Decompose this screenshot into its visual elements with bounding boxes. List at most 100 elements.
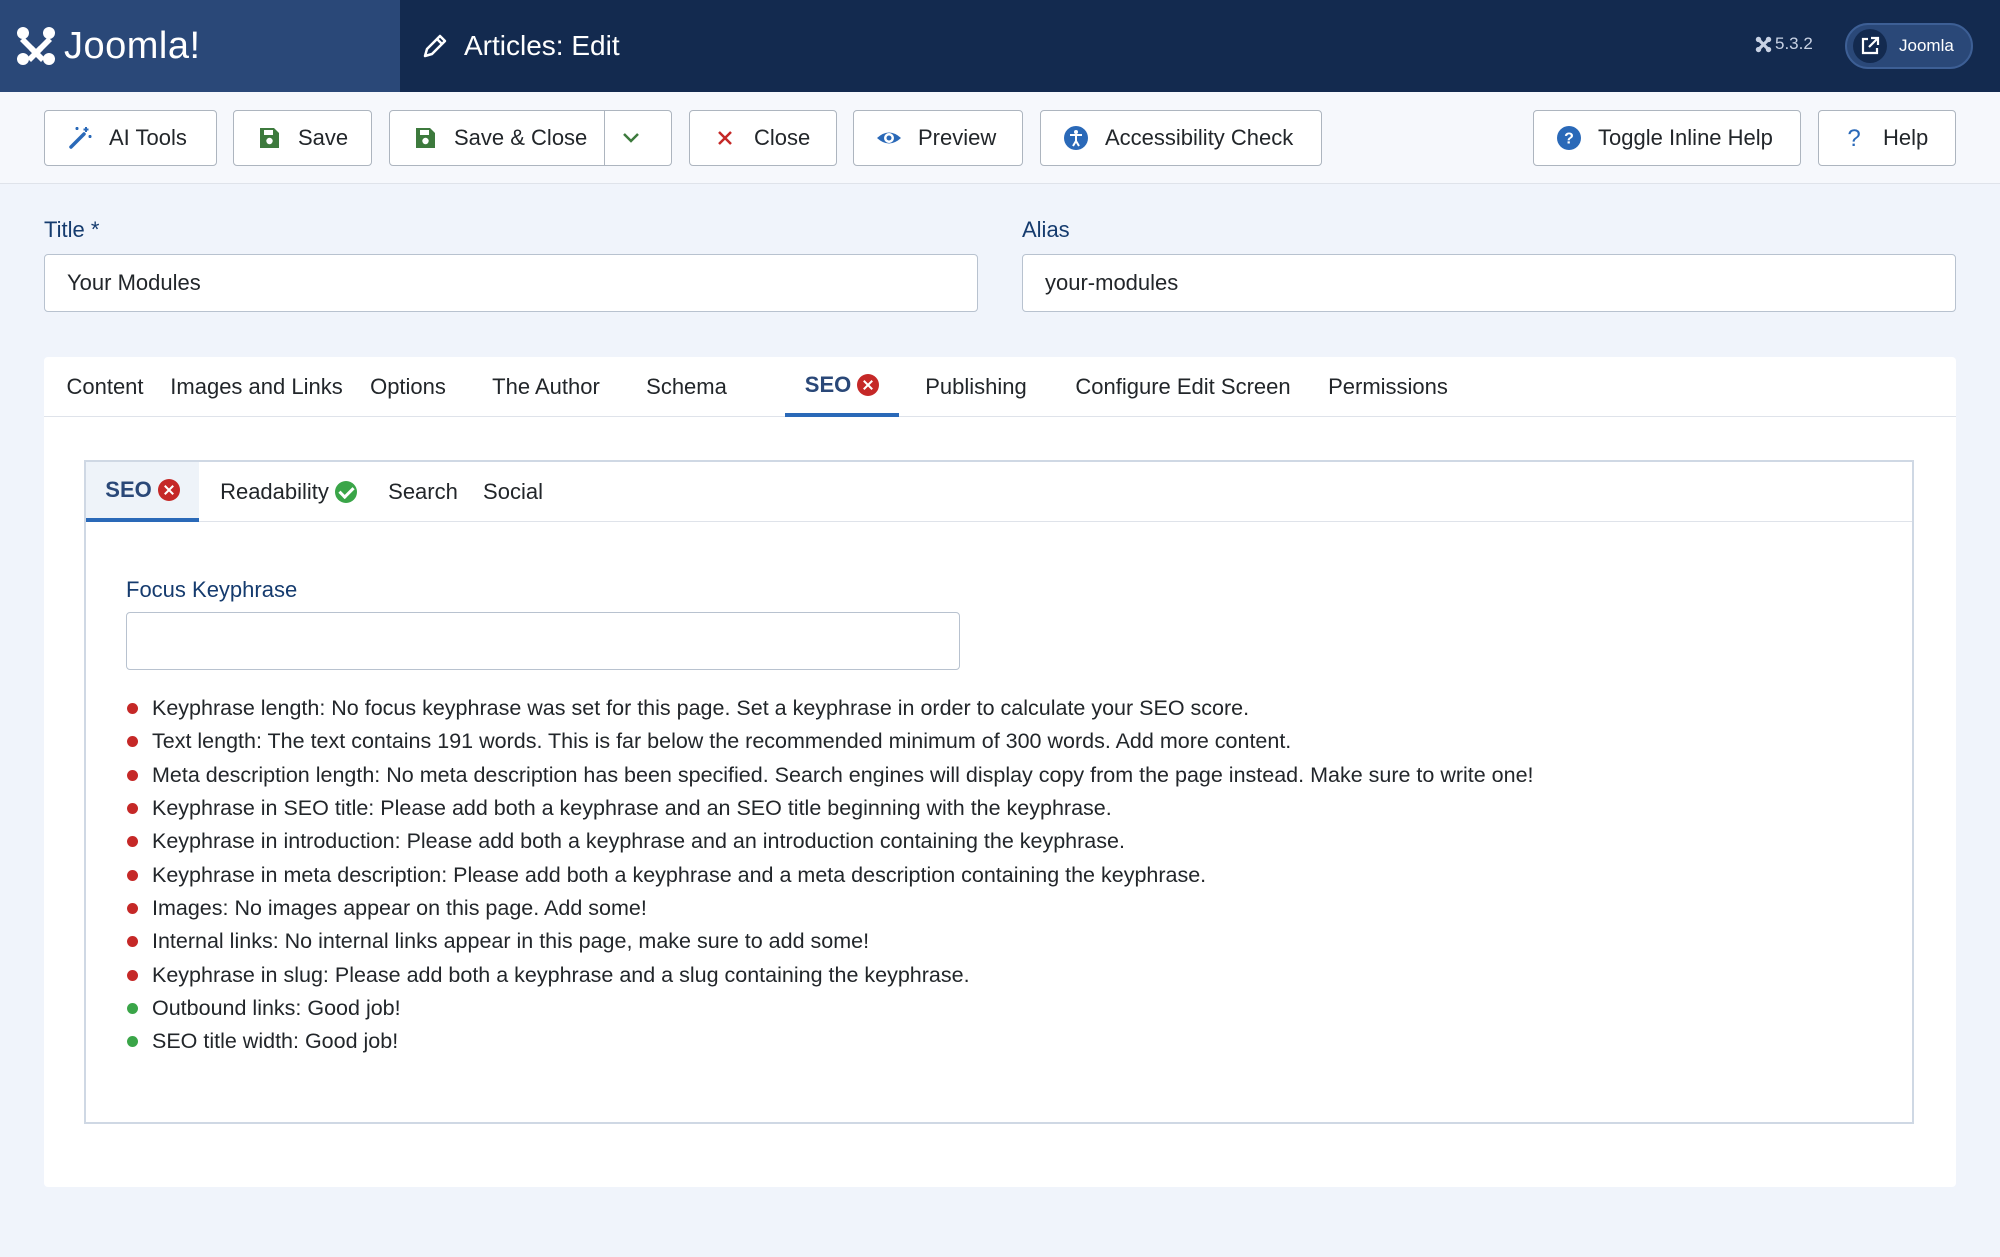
joomla-small-icon [1755,36,1772,52]
result-text: Keyphrase in SEO title: Please add both … [152,796,1112,821]
list-item: Outbound links: Good job! [126,992,1534,1025]
bad-bullet-icon [127,836,138,848]
result-text: Keyphrase in meta description: Please ad… [152,862,1207,887]
tab-the-author[interactable]: The Author [469,357,623,417]
tab-label: The Author [492,374,600,399]
good-bullet-icon [127,1002,138,1014]
list-item: Keyphrase in SEO title: Please add both … [126,792,1534,825]
accessibility-check-button[interactable]: Accessibility Check [1040,110,1322,166]
accessibility-icon [1063,125,1089,151]
result-text: Keyphrase in introduction: Please add bo… [152,829,1125,854]
result-text: Text length: The text contains 191 words… [152,729,1292,754]
version-text: 5.3.2 [1775,34,1813,53]
pencil-icon [423,34,447,58]
bad-bullet-icon [127,936,138,948]
version-badge: 5.3.2 [1755,34,1813,54]
tab-label: Permissions [1328,374,1448,399]
preview-button[interactable]: Preview [853,110,1023,166]
joomla-logo[interactable]: Joomla! [0,0,400,92]
save-button[interactable]: Save [233,110,372,166]
bad-bullet-icon [127,736,138,748]
toggle-inline-help-label: Toggle Inline Help [1598,125,1773,150]
question-mark-icon: ? [1841,125,1867,151]
tab-content[interactable]: Content [44,357,166,417]
tab-label: Configure Edit Screen [1075,374,1291,399]
focus-keyphrase-input[interactable] [126,612,960,670]
tab-label: SEO [804,372,852,397]
result-text: Internal links: No internal links appear… [152,929,870,954]
tab-label: Options [370,374,446,399]
check-icon [334,481,357,503]
tab-configure-edit-screen[interactable]: Configure Edit Screen [1053,357,1313,417]
result-text: Keyphrase in slug: Please add both a key… [152,962,970,987]
ai-tools-button[interactable]: AI Tools [44,110,217,166]
result-text: Meta description length: No meta descrip… [152,762,1534,787]
save-close-button[interactable]: Save & Close [389,110,672,166]
seo-panel: SEO Readability Search Social Focus Keyp… [84,460,1914,1124]
list-item: Text length: The text contains 191 words… [126,725,1534,758]
list-item: Keyphrase in meta description: Please ad… [126,858,1534,891]
tab-publishing[interactable]: Publishing [899,357,1053,417]
main-tabs: Content Images and Links Options The Aut… [44,357,1956,417]
focus-keyphrase-label: Focus Keyphrase [126,577,298,602]
error-icon [857,374,880,396]
tab-schema[interactable]: Schema [623,357,750,417]
logo-text: Joomla! [64,24,201,67]
toggle-inline-help-button[interactable]: ? Toggle Inline Help [1533,110,1801,166]
subtab-social[interactable]: Social [468,462,558,522]
subtab-label: Readability [220,479,329,504]
list-item: Keyphrase length: No focus keyphrase was… [126,692,1534,725]
error-icon [157,479,180,501]
bad-bullet-icon [127,703,138,715]
floppy-disk-icon [412,125,438,151]
alias-input[interactable]: your-modules [1022,254,1956,312]
bad-bullet-icon [127,803,138,815]
tab-label: Publishing [925,374,1027,399]
ai-tools-label: AI Tools [109,125,187,150]
list-item: Keyphrase in introduction: Please add bo… [126,825,1534,858]
tab-images-and-links[interactable]: Images and Links [166,357,347,417]
question-circle-icon: ? [1556,125,1582,151]
view-site-button[interactable]: Joomla [1845,23,1973,69]
result-text: Keyphrase length: No focus keyphrase was… [152,696,1250,721]
joomla-logo-icon [17,27,55,65]
title-input[interactable]: Your Modules [44,254,978,312]
subtab-seo[interactable]: SEO [86,462,199,522]
seo-results-list: Keyphrase length: No focus keyphrase was… [126,692,1534,1058]
save-label: Save [298,125,349,150]
tab-label: Content [66,374,144,399]
tab-seo[interactable]: SEO [785,357,899,417]
subtab-label: Social [483,479,543,504]
preview-label: Preview [918,125,997,150]
result-text: Outbound links: Good job! [152,995,401,1020]
tab-permissions[interactable]: Permissions [1313,357,1463,417]
chevron-down-icon[interactable] [618,125,644,151]
list-item: Internal links: No internal links appear… [126,925,1534,958]
floppy-disk-icon [256,125,282,151]
save-close-label: Save & Close [454,125,588,150]
top-header: Joomla! Articles: Edit 5.3.2 Joomla [0,0,2000,92]
article-edit-card: Content Images and Links Options The Aut… [44,357,1956,1187]
bad-bullet-icon [127,969,138,981]
result-text: Images: No images appear on this page. A… [152,895,647,920]
subtab-search[interactable]: Search [378,462,468,522]
seo-subtabs: SEO Readability Search Social [86,462,1912,522]
svg-text:?: ? [1847,125,1860,151]
eye-icon [876,125,902,151]
list-item: SEO title width: Good job! [126,1025,1534,1058]
svg-text:?: ? [1564,131,1574,148]
split-divider [604,111,605,165]
page-title-area: Articles: Edit [420,0,620,92]
tab-options[interactable]: Options [347,357,469,417]
tab-label: Images and Links [170,374,343,399]
list-item: Keyphrase in slug: Please add both a key… [126,958,1534,991]
help-label: Help [1883,125,1929,150]
magic-wand-icon [67,125,93,151]
help-button[interactable]: ? Help [1818,110,1956,166]
toolbar: AI Tools Save Save & Close Close Preview… [0,92,2000,184]
subtab-label: Search [388,479,458,504]
list-item: Images: No images appear on this page. A… [126,892,1534,925]
good-bullet-icon [127,1036,138,1048]
close-button[interactable]: Close [689,110,837,166]
subtab-readability[interactable]: Readability [199,462,378,522]
